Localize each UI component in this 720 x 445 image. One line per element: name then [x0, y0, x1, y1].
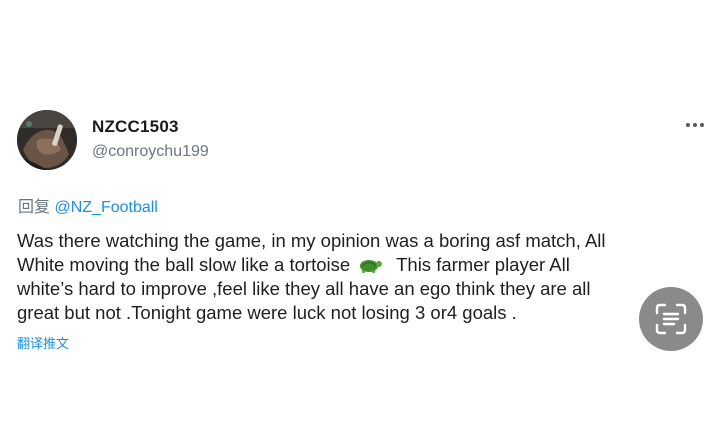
user-handle[interactable]: @conroychu199 — [92, 143, 209, 161]
reply-prefix: 回复 — [18, 199, 51, 216]
reply-context: 回复 @NZ_Football — [18, 193, 158, 217]
text-scan-icon — [655, 303, 687, 335]
more-horizontal-icon[interactable] — [684, 118, 706, 132]
turtle-emoji-icon — [357, 256, 383, 274]
tweet-text-segment: White moving the ball slow like a tortoi… — [17, 254, 351, 275]
tweet-text-line: white’s hard to improve ,feel like they … — [17, 278, 591, 299]
translate-tweet-link[interactable]: 翻译推文 — [17, 333, 69, 352]
display-name[interactable]: NZCC1503 — [92, 117, 179, 137]
tweet-screenshot: NZCC1503 @conroychu199 回复 @NZ_Football W… — [0, 0, 720, 445]
tweet-text-line: White moving the ball slow like a tortoi… — [17, 253, 707, 277]
avatar-image — [17, 110, 77, 170]
text-scan-button[interactable] — [639, 287, 703, 351]
tweet-text: Was there watching the game, in my opini… — [17, 229, 707, 325]
tweet-text-line: Was there watching the game, in my opini… — [17, 230, 606, 251]
tweet-text-segment: This farmer player All — [396, 254, 570, 275]
tweet-text-line: great but not .Tonight game were luck no… — [17, 302, 517, 323]
avatar[interactable] — [17, 110, 77, 170]
reply-mention-link[interactable]: @NZ_Football — [54, 199, 157, 216]
